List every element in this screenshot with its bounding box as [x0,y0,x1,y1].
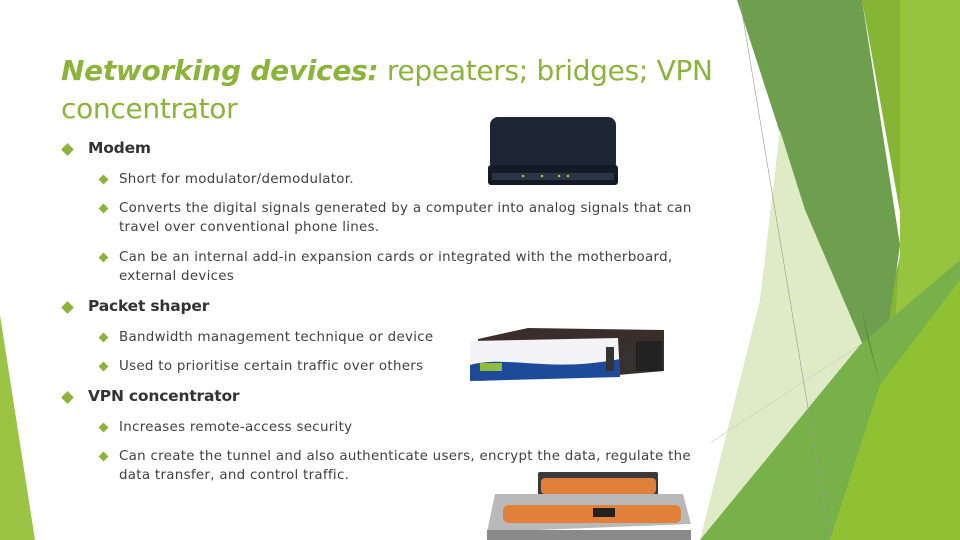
packet-shaper-image [470,328,664,381]
section-heading-vpn-concentrator: VPN concentrator [88,387,240,405]
bullet-text: Converts the digital signals generated b… [119,201,692,235]
vpn-concentrator-image [487,472,691,540]
modem-image [488,117,618,185]
bullet-text: Increases remote-access security [119,420,353,435]
bullet-text: Short for modulator/demodulator. [119,172,354,187]
bullet-text: Can be an internal add-in expansion card… [119,250,673,284]
section-heading-modem: Modem [88,139,151,157]
slide-title: Networking devices: repeaters; bridges; … [61,52,761,128]
title-emphasis: Networking devices: [61,54,379,87]
section-heading-packet-shaper: Packet shaper [88,297,210,315]
